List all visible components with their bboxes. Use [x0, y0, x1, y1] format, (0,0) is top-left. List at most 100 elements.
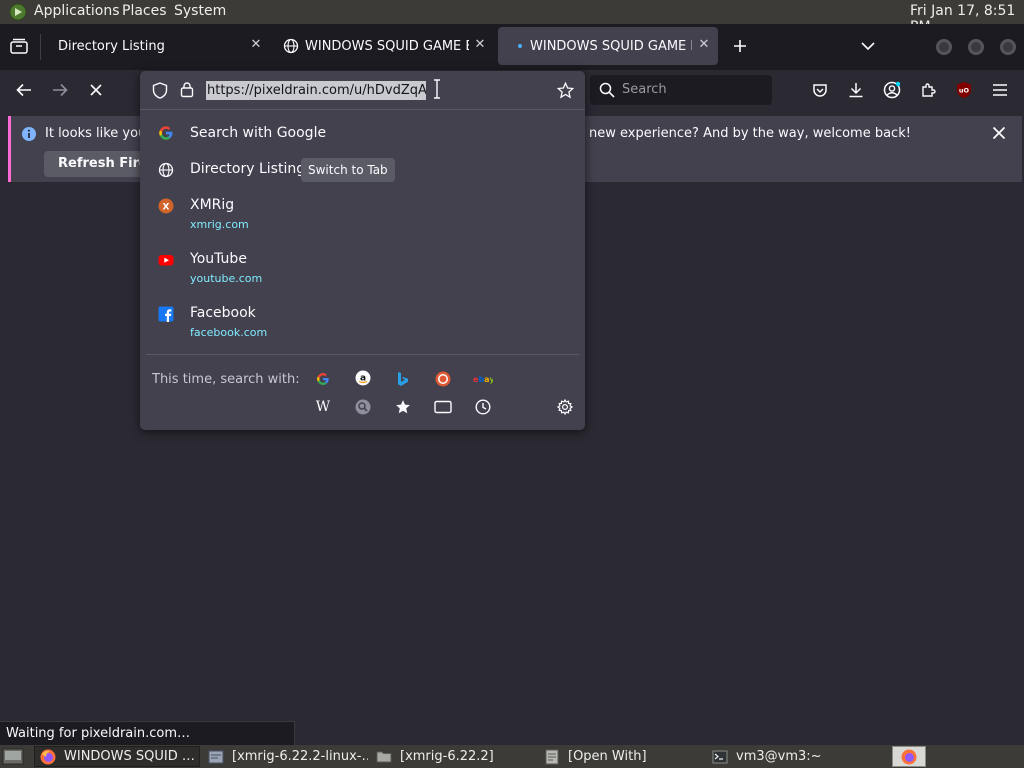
list-all-tabs-chevron-icon[interactable] [860, 40, 876, 52]
workspace-switcher[interactable] [892, 746, 926, 767]
taskbar-item-label: [xmrig-6.22.2] [400, 749, 494, 764]
system-menu[interactable]: System [174, 3, 226, 19]
bookmark-star-icon[interactable] [557, 82, 574, 99]
tab-divider [40, 34, 41, 60]
svg-text:ebay: ebay [473, 375, 493, 384]
result-facebook[interactable]: Facebook facebook.com [148, 297, 577, 347]
status-text: Waiting for pixeldrain.com… [6, 726, 191, 741]
ebay-engine-icon[interactable]: ebay [473, 369, 493, 389]
places-menu[interactable]: Places [122, 3, 167, 19]
archive-window-icon [208, 749, 224, 765]
padlock-icon[interactable] [180, 81, 194, 98]
taskbar-item-label: vm3@vm3:~ [736, 749, 822, 764]
taskbar-item-label: [xmrig-6.22.2-linux-… [232, 749, 368, 764]
wikipedia-engine-icon[interactable]: W [313, 397, 333, 417]
globe-icon [158, 162, 174, 178]
search-bar[interactable]: Search [590, 75, 772, 105]
urlbar-dropdown: https://pixeldrain.com/u/hDvdZqAr Search… [140, 71, 585, 430]
pocket-icon[interactable] [808, 78, 832, 102]
result-title: YouTube [190, 251, 247, 267]
result-title: Directory Listing [190, 161, 306, 177]
svg-text:X: X [163, 203, 170, 213]
show-desktop-icon[interactable] [2, 747, 24, 766]
facebook-icon [158, 306, 174, 322]
folder-icon [376, 749, 392, 765]
result-youtube[interactable]: YouTube youtube.com [148, 243, 577, 293]
taskbar-item-open-with[interactable]: [Open With] [538, 746, 704, 767]
notification-text-end: new experience? And by the way, welcome … [589, 126, 911, 141]
tab-title: Directory Listing [58, 38, 165, 54]
workspace-firefox-icon [901, 749, 917, 765]
taskbar-item-xmrig-archive[interactable]: [xmrig-6.22.2-linux-… [202, 746, 368, 767]
result-url: xmrig.com [190, 218, 249, 231]
one-off-search-label: This time, search with: [152, 372, 300, 387]
extensions-puzzle-icon[interactable] [916, 78, 940, 102]
loading-dot-icon [518, 44, 522, 48]
terminal-icon [712, 749, 728, 765]
tracking-protection-shield-icon[interactable] [152, 82, 168, 99]
taskbar-item-terminal[interactable]: vm3@vm3:~ [706, 746, 872, 767]
google-icon [158, 125, 174, 141]
taskbar-item-firefox[interactable]: WINDOWS SQUID … [34, 746, 200, 767]
gnome-foot-icon[interactable] [9, 3, 27, 21]
url-input[interactable]: https://pixeldrain.com/u/hDvdZqAr [206, 81, 426, 100]
urlbar-input-row[interactable]: https://pixeldrain.com/u/hDvdZqAr [140, 71, 585, 110]
bookmarks-star-icon[interactable] [393, 397, 413, 417]
new-tab-icon[interactable] [732, 38, 748, 54]
tab-strip: Directory Listing ✕ WINDOWS SQUID GAME E… [0, 24, 1024, 70]
tab-title: WINDOWS SQUID GAME EXE [530, 38, 692, 54]
close-notification-icon[interactable] [992, 126, 1006, 140]
close-window-icon[interactable] [1000, 39, 1016, 55]
amazon-engine-icon[interactable]: a [353, 368, 373, 388]
tab-windows-squid-game-1[interactable]: WINDOWS SQUID GAME EXE ✕ [274, 27, 494, 65]
result-url: youtube.com [190, 272, 263, 285]
tab-windows-squid-game-2[interactable]: WINDOWS SQUID GAME EXE ✕ [498, 27, 718, 65]
one-off-separator [146, 354, 579, 355]
search-settings-gear-icon[interactable] [555, 397, 575, 417]
duckduckgo-engine-icon[interactable] [433, 369, 453, 389]
bing-engine-icon[interactable] [393, 369, 413, 389]
ublock-origin-icon[interactable]: uO [952, 78, 976, 102]
minimize-window-icon[interactable] [936, 39, 952, 55]
globe-favicon-icon [283, 38, 299, 54]
back-arrow-icon[interactable] [12, 78, 36, 102]
other-search-engine-icon[interactable] [353, 397, 373, 417]
taskbar-item-xmrig-folder[interactable]: [xmrig-6.22.2] [370, 746, 536, 767]
top-panel: Applications Places System Fri Jan 17, 8… [0, 0, 1024, 35]
status-panel: Waiting for pixeldrain.com… [0, 721, 295, 745]
svg-text:uO: uO [959, 87, 970, 95]
close-tab-icon[interactable]: ✕ [696, 37, 712, 53]
youtube-icon [158, 252, 174, 268]
tab-title: WINDOWS SQUID GAME EXE [305, 38, 469, 54]
info-icon [21, 126, 37, 142]
result-title: XMRig [190, 197, 235, 213]
close-tab-icon[interactable]: ✕ [248, 37, 264, 53]
maximize-window-icon[interactable] [968, 39, 984, 55]
result-xmrig[interactable]: X XMRig xmrig.com [148, 189, 577, 239]
hamburger-menu-icon[interactable] [988, 78, 1012, 102]
firefox-view-icon[interactable] [10, 38, 28, 54]
google-engine-icon[interactable] [313, 369, 333, 389]
text-cursor-icon [433, 79, 441, 99]
downloads-icon[interactable] [844, 78, 868, 102]
stop-loading-icon[interactable] [84, 78, 108, 102]
xmrig-icon: X [158, 198, 174, 214]
result-search-with-google[interactable]: Search with Google [148, 117, 577, 149]
forward-arrow-icon[interactable] [48, 78, 72, 102]
magnifier-icon [599, 82, 615, 98]
result-title: Facebook [190, 305, 256, 321]
result-url: facebook.com [190, 326, 268, 339]
taskbar-item-label: [Open With] [568, 749, 647, 764]
history-clock-icon[interactable] [473, 397, 493, 417]
close-tab-icon[interactable]: ✕ [472, 37, 488, 53]
search-placeholder: Search [622, 82, 667, 97]
tabs-icon[interactable] [433, 397, 453, 417]
taskbar-item-label: WINDOWS SQUID … [64, 749, 195, 764]
tab-directory-listing[interactable]: Directory Listing ✕ [48, 27, 270, 65]
dialog-window-icon [544, 749, 560, 765]
firefox-icon [40, 749, 56, 765]
result-title: Search with Google [190, 125, 327, 141]
switch-to-tab-button[interactable]: Switch to Tab [301, 158, 395, 182]
account-icon[interactable] [880, 78, 904, 102]
applications-menu[interactable]: Applications [34, 3, 120, 19]
